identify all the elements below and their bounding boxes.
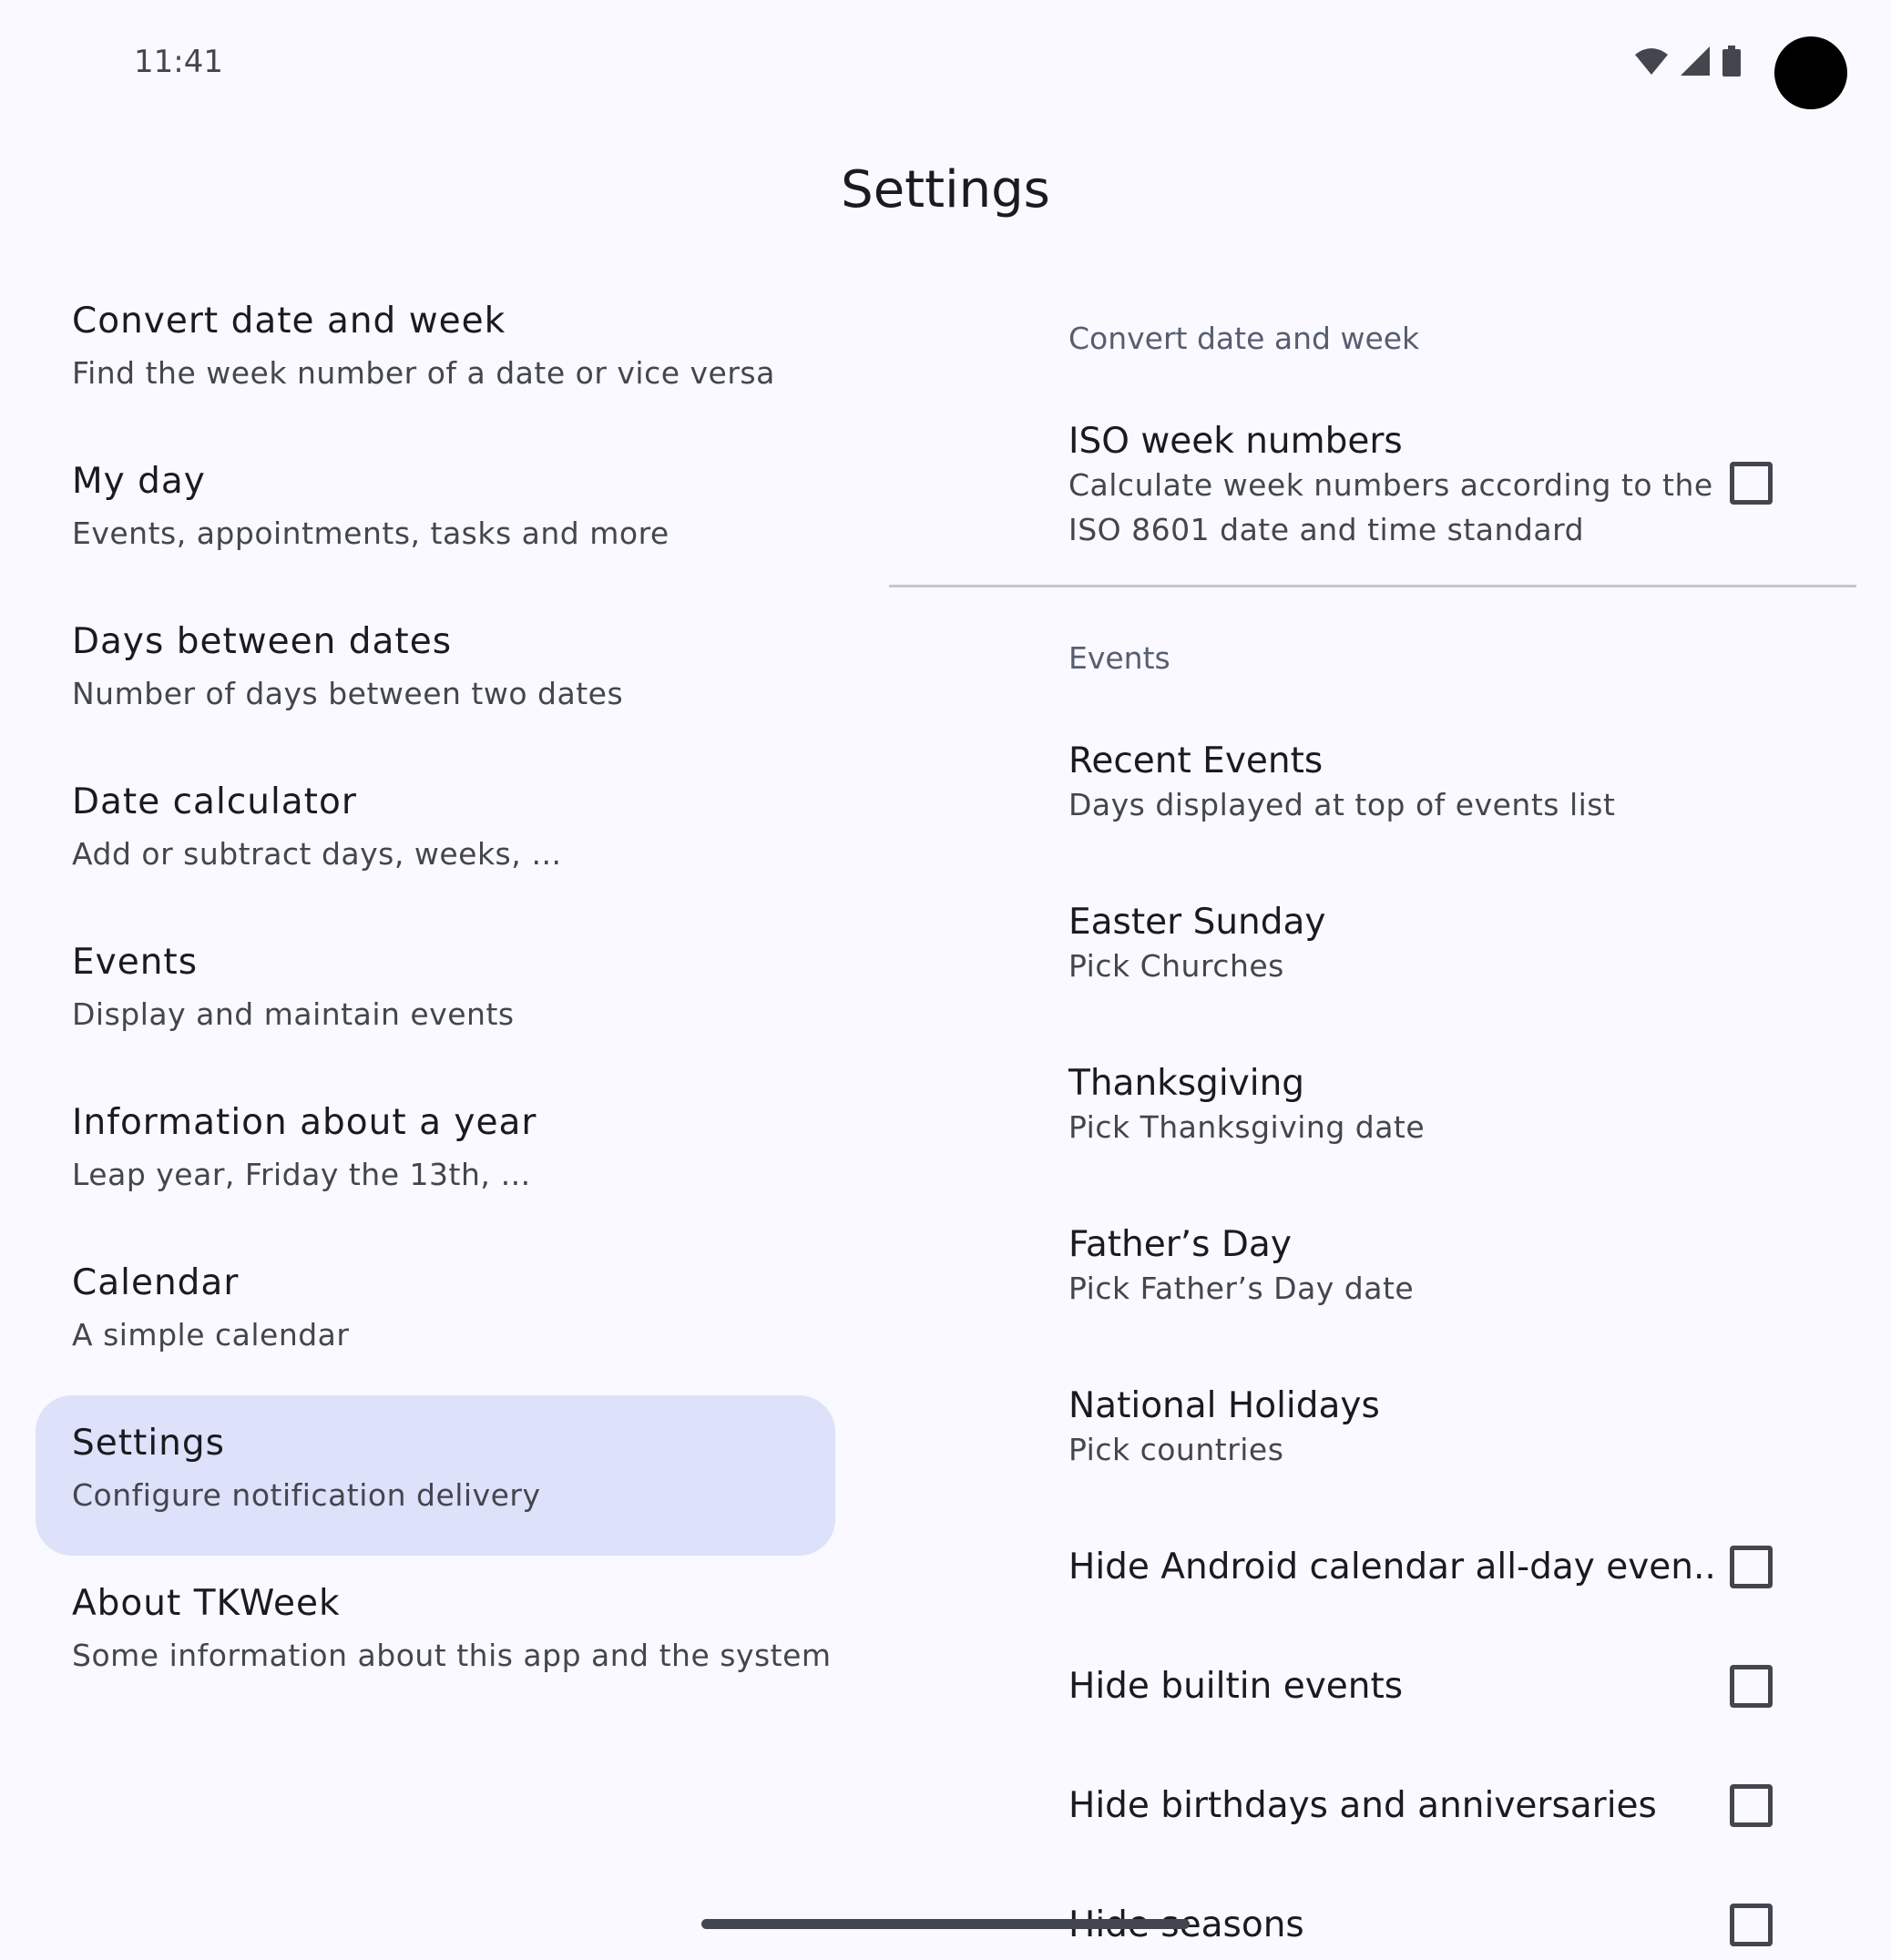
nav-item-subtitle: Display and maintain events [72, 996, 515, 1032]
nav-item-convert-date-and-week[interactable]: Convert date and week Find the week numb… [36, 273, 835, 434]
section-header-events: Events [1068, 640, 1170, 676]
pref-summary: ISO 8601 date and time standard [1068, 512, 1585, 547]
pref-title: Thanksgiving [1068, 1063, 1305, 1104]
status-time: 11:41 [134, 44, 223, 80]
nav-item-calendar[interactable]: Calendar A simple calendar [36, 1235, 835, 1395]
nav-item-subtitle: Number of days between two dates [72, 676, 624, 711]
pref-summary: Pick countries [1068, 1432, 1284, 1467]
status-bar: 11:41 [0, 0, 1891, 128]
nav-item-subtitle: Some information about this app and the … [72, 1638, 832, 1673]
nav-item-title: Settings [72, 1423, 225, 1464]
hide-allday-checkbox[interactable] [1730, 1546, 1773, 1588]
nav-item-date-calculator[interactable]: Date calculator Add or subtract days, we… [36, 754, 835, 914]
nav-item-my-day[interactable]: My day Events, appointments, tasks and m… [36, 434, 835, 594]
nav-item-title: My day [72, 461, 206, 502]
gesture-navigation-bar[interactable] [701, 1919, 1190, 1929]
pref-summary: Pick Churches [1068, 948, 1284, 984]
divider [889, 585, 1856, 587]
nav-item-title: Days between dates [72, 621, 453, 662]
nav-item-subtitle: Leap year, Friday the 13th, … [72, 1157, 531, 1192]
pref-summary: Pick Thanksgiving date [1068, 1109, 1426, 1145]
nav-item-settings[interactable]: Settings Configure notification delivery [36, 1395, 835, 1556]
iso-week-numbers-checkbox[interactable] [1730, 462, 1773, 505]
nav-item-title: Information about a year [72, 1102, 537, 1143]
nav-item-subtitle: Configure notification delivery [72, 1477, 541, 1513]
battery-icon [1722, 46, 1741, 77]
pref-title: Hide birthdays and anniversaries [1068, 1785, 1657, 1826]
pref-title: ISO week numbers [1068, 421, 1403, 462]
nav-item-title: Convert date and week [72, 301, 506, 342]
nav-item-subtitle: Events, appointments, tasks and more [72, 516, 670, 551]
nav-item-days-between-dates[interactable]: Days between dates Number of days betwee… [36, 594, 835, 754]
wifi-icon [1635, 47, 1668, 75]
page-title: Settings [841, 160, 1050, 219]
nav-item-subtitle: A simple calendar [72, 1317, 350, 1353]
pref-title: Hide builtin events [1068, 1666, 1404, 1707]
camera-cutout [1774, 36, 1847, 109]
pref-title: Recent Events [1068, 740, 1324, 781]
pref-title: Easter Sunday [1068, 902, 1326, 943]
nav-item-title: Events [72, 942, 199, 983]
nav-item-title: Date calculator [72, 781, 357, 822]
status-icons [1635, 46, 1741, 77]
nav-item-subtitle: Add or subtract days, weeks, … [72, 836, 562, 872]
section-header-convert: Convert date and week [1068, 321, 1420, 356]
settings-nav-list: Convert date and week Find the week numb… [36, 273, 835, 1716]
pref-title: Hide Android calendar all-day even.. [1068, 1547, 1716, 1587]
nav-item-title: Calendar [72, 1262, 240, 1303]
nav-item-about-tkweek[interactable]: About TKWeek Some information about this… [36, 1556, 835, 1716]
signal-icon [1681, 46, 1710, 76]
hide-birthdays-checkbox[interactable] [1730, 1784, 1773, 1827]
nav-item-events[interactable]: Events Display and maintain events [36, 914, 835, 1075]
pref-summary: Days displayed at top of events list [1068, 787, 1616, 822]
pref-summary: Calculate week numbers according to the [1068, 467, 1713, 503]
nav-item-title: About TKWeek [72, 1583, 341, 1624]
pref-title: Father’s Day [1068, 1224, 1292, 1265]
nav-item-subtitle: Find the week number of a date or vice v… [72, 355, 775, 391]
nav-item-information-about-a-year[interactable]: Information about a year Leap year, Frid… [36, 1075, 835, 1235]
hide-seasons-checkbox[interactable] [1730, 1904, 1773, 1946]
hide-builtin-checkbox[interactable] [1730, 1665, 1773, 1708]
pref-title: National Holidays [1068, 1385, 1380, 1426]
pref-summary: Pick Father’s Day date [1068, 1271, 1415, 1306]
